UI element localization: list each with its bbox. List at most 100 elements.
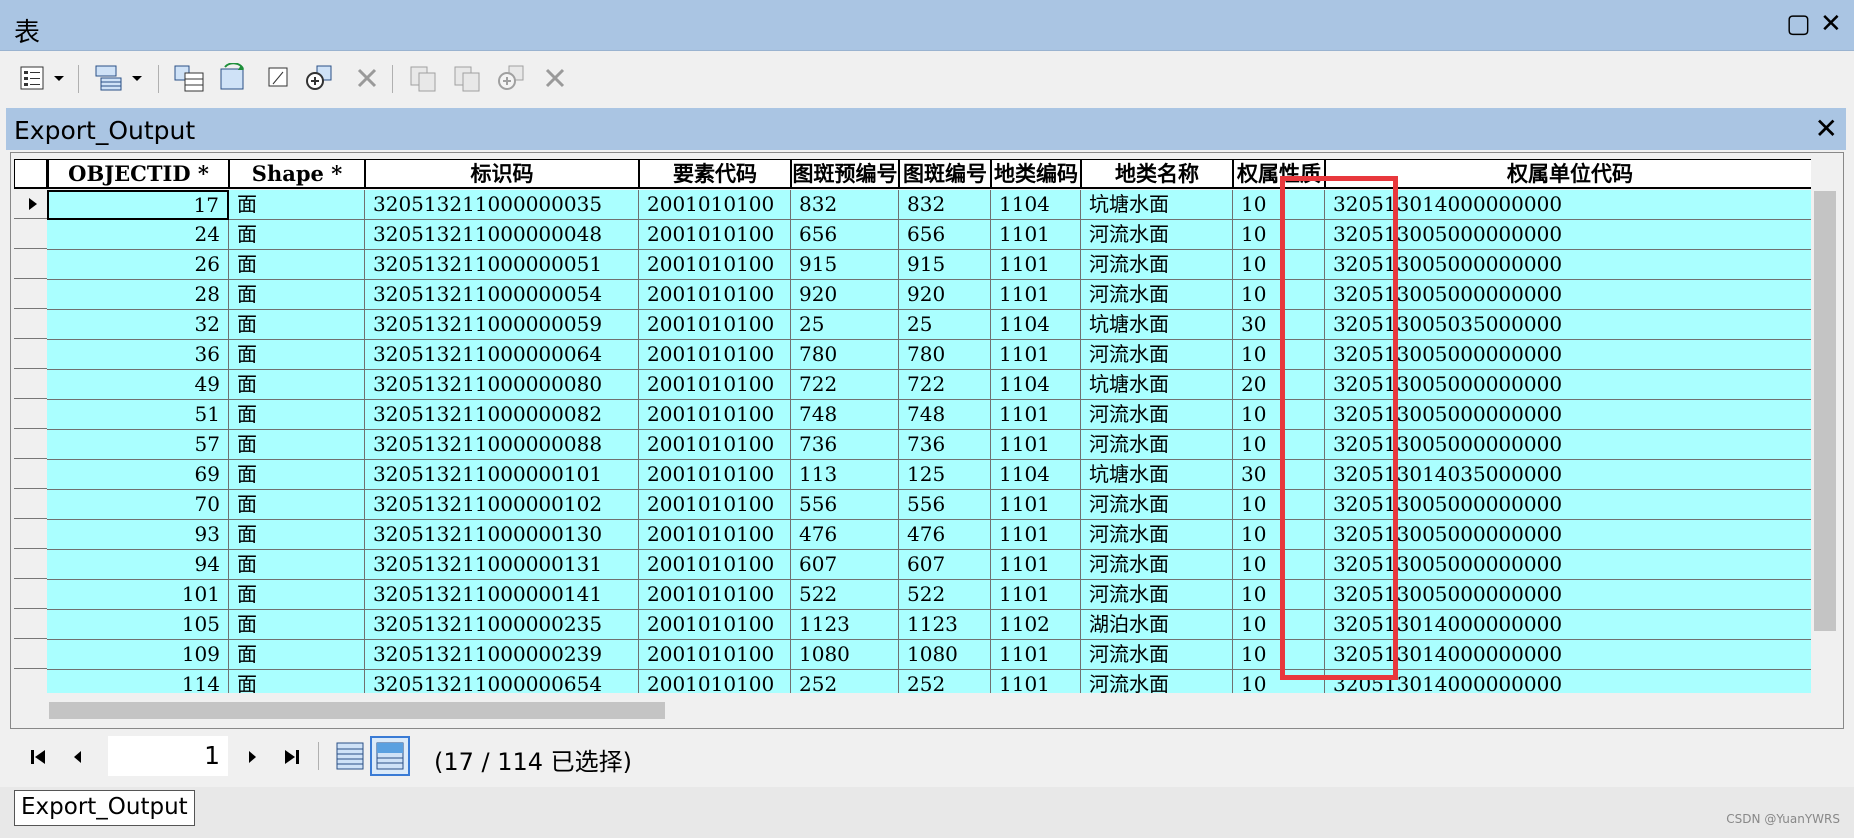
cell-shape[interactable]: 面 bbox=[229, 520, 365, 550]
cell-objectid[interactable]: 94 bbox=[47, 550, 229, 580]
cell-identifier[interactable]: 320513211000000082 bbox=[365, 400, 639, 430]
copy-rows-icon[interactable] bbox=[406, 61, 440, 95]
cell-feature-code[interactable]: 2001010100 bbox=[639, 310, 791, 340]
cell-patch-number[interactable]: 1123 bbox=[899, 610, 991, 640]
cell-feature-code[interactable]: 2001010100 bbox=[639, 580, 791, 610]
cell-landclass-code[interactable]: 1101 bbox=[991, 490, 1081, 520]
cell-patch-pre-number[interactable]: 556 bbox=[791, 490, 899, 520]
cell-patch-pre-number[interactable]: 1123 bbox=[791, 610, 899, 640]
cell-patch-pre-number[interactable]: 780 bbox=[791, 340, 899, 370]
cell-shape[interactable]: 面 bbox=[229, 220, 365, 250]
cell-patch-number[interactable]: 556 bbox=[899, 490, 991, 520]
table-options-icon[interactable] bbox=[16, 61, 50, 95]
cell-landclass-code[interactable]: 1104 bbox=[991, 310, 1081, 340]
cell-landclass-code[interactable]: 1101 bbox=[991, 220, 1081, 250]
cell-feature-code[interactable]: 2001010100 bbox=[639, 280, 791, 310]
cell-shape[interactable]: 面 bbox=[229, 460, 365, 490]
select-by-attributes-icon[interactable] bbox=[172, 61, 206, 95]
cell-objectid[interactable]: 105 bbox=[47, 610, 229, 640]
cell-patch-pre-number[interactable]: 920 bbox=[791, 280, 899, 310]
cell-objectid[interactable]: 93 bbox=[47, 520, 229, 550]
cell-shape[interactable]: 面 bbox=[229, 640, 365, 670]
row-selector[interactable] bbox=[14, 640, 48, 669]
cell-patch-pre-number[interactable]: 522 bbox=[791, 580, 899, 610]
cell-patch-number[interactable]: 780 bbox=[899, 340, 991, 370]
cell-feature-code[interactable]: 2001010100 bbox=[639, 610, 791, 640]
cell-patch-number[interactable]: 832 bbox=[899, 190, 991, 220]
column-header-feature-code[interactable]: 要素代码 bbox=[639, 159, 791, 189]
close-icon[interactable]: ✕ bbox=[1820, 10, 1842, 38]
delete-selected-icon[interactable] bbox=[350, 61, 384, 95]
cell-identifier[interactable]: 320513211000000048 bbox=[365, 220, 639, 250]
cell-landclass-code[interactable]: 1104 bbox=[991, 460, 1081, 490]
cell-patch-number[interactable]: 25 bbox=[899, 310, 991, 340]
cell-landclass-code[interactable]: 1101 bbox=[991, 670, 1081, 693]
cell-feature-code[interactable]: 2001010100 bbox=[639, 400, 791, 430]
cell-feature-code[interactable]: 2001010100 bbox=[639, 430, 791, 460]
column-header-identifier[interactable]: 标识码 bbox=[365, 159, 639, 189]
cell-patch-pre-number[interactable]: 25 bbox=[791, 310, 899, 340]
cell-feature-code[interactable]: 2001010100 bbox=[639, 520, 791, 550]
show-selected-records-icon[interactable] bbox=[370, 736, 410, 776]
cell-feature-code[interactable]: 2001010100 bbox=[639, 250, 791, 280]
cell-identifier[interactable]: 320513211000000131 bbox=[365, 550, 639, 580]
zoom-to-selected-icon[interactable] bbox=[302, 61, 336, 95]
row-selector[interactable] bbox=[14, 310, 48, 339]
cell-objectid[interactable]: 69 bbox=[47, 460, 229, 490]
cell-identifier[interactable]: 320513211000000054 bbox=[365, 280, 639, 310]
switch-selection-icon[interactable] bbox=[216, 61, 250, 95]
cell-identifier[interactable]: 320513211000000051 bbox=[365, 250, 639, 280]
row-selector[interactable] bbox=[14, 190, 48, 219]
zoom-to-rows-icon[interactable] bbox=[494, 61, 528, 95]
cell-identifier[interactable]: 320513211000000654 bbox=[365, 670, 639, 693]
cell-landclass-name[interactable]: 河流水面 bbox=[1081, 490, 1233, 520]
dropdown-arrow-icon[interactable] bbox=[50, 61, 68, 95]
cell-shape[interactable]: 面 bbox=[229, 280, 365, 310]
row-selector[interactable] bbox=[14, 250, 48, 279]
cell-landclass-name[interactable]: 河流水面 bbox=[1081, 670, 1233, 693]
cell-landclass-name[interactable]: 河流水面 bbox=[1081, 520, 1233, 550]
cell-feature-code[interactable]: 2001010100 bbox=[639, 190, 791, 220]
row-selector[interactable] bbox=[14, 490, 48, 519]
maximize-icon[interactable]: ▢ bbox=[1786, 10, 1811, 38]
cell-patch-pre-number[interactable]: 915 bbox=[791, 250, 899, 280]
bottom-tab-export-output[interactable]: Export_Output bbox=[14, 790, 195, 826]
cell-landclass-code[interactable]: 1101 bbox=[991, 400, 1081, 430]
vertical-scrollbar-thumb[interactable] bbox=[1814, 191, 1836, 631]
row-selector[interactable] bbox=[14, 670, 48, 693]
cell-identifier[interactable]: 320513211000000101 bbox=[365, 460, 639, 490]
cell-identifier[interactable]: 320513211000000141 bbox=[365, 580, 639, 610]
horizontal-scrollbar-thumb[interactable] bbox=[49, 702, 665, 719]
cell-feature-code[interactable]: 2001010100 bbox=[639, 670, 791, 693]
cell-shape[interactable]: 面 bbox=[229, 310, 365, 340]
cell-patch-number[interactable]: 607 bbox=[899, 550, 991, 580]
dropdown-arrow-icon[interactable] bbox=[128, 61, 146, 95]
cell-landclass-code[interactable]: 1102 bbox=[991, 610, 1081, 640]
cell-patch-number[interactable]: 920 bbox=[899, 280, 991, 310]
cell-objectid[interactable]: 36 bbox=[47, 340, 229, 370]
cell-patch-number[interactable]: 915 bbox=[899, 250, 991, 280]
cell-landclass-name[interactable]: 河流水面 bbox=[1081, 640, 1233, 670]
clear-selection-icon[interactable] bbox=[262, 61, 296, 95]
cell-shape[interactable]: 面 bbox=[229, 340, 365, 370]
cell-landclass-name[interactable]: 湖泊水面 bbox=[1081, 610, 1233, 640]
cell-patch-pre-number[interactable]: 252 bbox=[791, 670, 899, 693]
cell-landclass-code[interactable]: 1104 bbox=[991, 190, 1081, 220]
row-selector[interactable] bbox=[14, 340, 48, 369]
row-selector[interactable] bbox=[14, 430, 48, 459]
cell-landclass-name[interactable]: 河流水面 bbox=[1081, 550, 1233, 580]
cell-patch-number[interactable]: 252 bbox=[899, 670, 991, 693]
cell-feature-code[interactable]: 2001010100 bbox=[639, 550, 791, 580]
cell-patch-pre-number[interactable]: 832 bbox=[791, 190, 899, 220]
cell-objectid[interactable]: 101 bbox=[47, 580, 229, 610]
cell-patch-pre-number[interactable]: 476 bbox=[791, 520, 899, 550]
cell-identifier[interactable]: 320513211000000064 bbox=[365, 340, 639, 370]
cell-identifier[interactable]: 320513211000000080 bbox=[365, 370, 639, 400]
cell-landclass-name[interactable]: 河流水面 bbox=[1081, 580, 1233, 610]
column-header-landclass-name[interactable]: 地类名称 bbox=[1081, 159, 1233, 189]
cell-landclass-code[interactable]: 1101 bbox=[991, 550, 1081, 580]
cell-identifier[interactable]: 320513211000000088 bbox=[365, 430, 639, 460]
cell-objectid[interactable]: 51 bbox=[47, 400, 229, 430]
cell-objectid[interactable]: 114 bbox=[47, 670, 229, 693]
cell-landclass-name[interactable]: 坑塘水面 bbox=[1081, 310, 1233, 340]
